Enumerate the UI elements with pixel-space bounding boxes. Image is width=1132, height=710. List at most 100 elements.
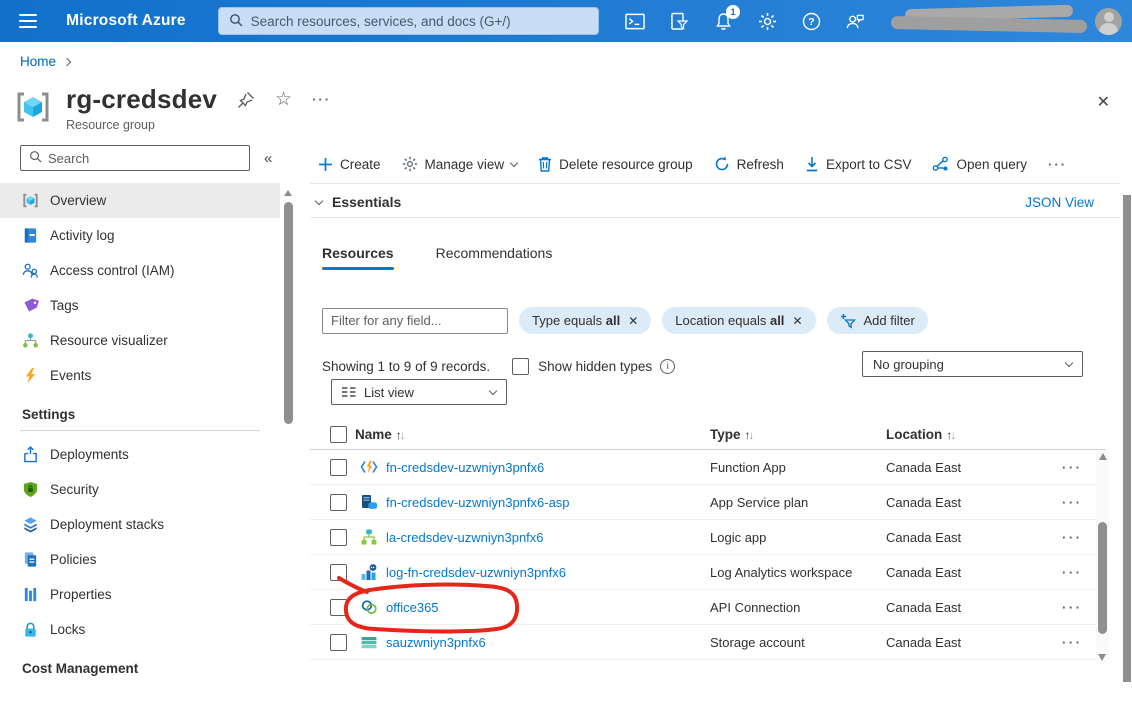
brand-title[interactable]: Microsoft Azure (66, 12, 186, 30)
table-row[interactable]: fn-credsdev-uzwniyn3pnfx6 Function App C… (310, 450, 1106, 485)
row-checkbox[interactable] (330, 459, 347, 476)
remove-filter-icon[interactable]: ✕ (628, 314, 638, 328)
divider (310, 183, 1120, 184)
sidebar-item-deployment-stacks[interactable]: Deployment stacks (0, 507, 280, 542)
show-hidden-types-checkbox[interactable] (512, 358, 529, 375)
table-row[interactable]: log-fn-credsdev-uzwniyn3pnfx6 Log Analyt… (310, 555, 1106, 590)
manage-view-button[interactable]: Manage view (402, 156, 518, 172)
directory-filter-icon[interactable] (669, 11, 689, 31)
refresh-button[interactable]: Refresh (714, 156, 784, 172)
account-avatar[interactable] (1095, 8, 1122, 35)
table-row[interactable]: la-credsdev-uzwniyn3pnfx6 Logic app Cana… (310, 520, 1106, 555)
row-more-button[interactable]: ··· (1062, 635, 1083, 650)
notifications-bell-icon[interactable]: 1 (713, 11, 733, 31)
filter-pill-location[interactable]: Location equals all ✕ (662, 307, 815, 334)
sidebar-item-overview[interactable]: Overview (0, 183, 280, 218)
column-header-name[interactable]: Name↑↓ (355, 427, 406, 442)
scrollbar-thumb[interactable] (284, 202, 293, 424)
page-header: rg-credsdev ☆ ··· Resource group (14, 84, 331, 132)
sidebar-item-access-control[interactable]: Access control (IAM) (0, 253, 280, 288)
sidebar-item-properties[interactable]: Properties (0, 577, 280, 612)
sidebar-scrollbar[interactable] (282, 190, 294, 710)
close-icon[interactable]: ✕ (1097, 92, 1110, 112)
cloud-shell-icon[interactable] (625, 11, 645, 31)
row-more-button[interactable]: ··· (1062, 460, 1083, 475)
table-scrollbar[interactable] (1096, 450, 1109, 664)
row-checkbox[interactable] (330, 564, 347, 581)
filter-input[interactable] (322, 308, 508, 334)
help-icon[interactable]: ? (801, 11, 821, 31)
add-filter-button[interactable]: Add filter (827, 307, 928, 334)
feedback-icon[interactable] (845, 11, 865, 31)
resource-link[interactable]: sauzwniyn3pnfx6 (386, 635, 486, 650)
divider (310, 217, 1120, 218)
resource-link[interactable]: log-fn-credsdev-uzwniyn3pnfx6 (386, 565, 566, 580)
row-more-button[interactable]: ··· (1062, 495, 1083, 510)
essentials-chevron-icon[interactable] (315, 196, 323, 204)
open-query-button[interactable]: Open query (932, 156, 1027, 172)
table-row-office365[interactable]: office365 API Connection Canada East ··· (310, 590, 1106, 625)
resource-table: fn-credsdev-uzwniyn3pnfx6 Function App C… (310, 450, 1106, 660)
scrollbar-thumb[interactable] (1098, 522, 1107, 634)
settings-gear-icon[interactable] (757, 11, 777, 31)
info-icon[interactable]: i (660, 359, 675, 374)
tab-resources[interactable]: Resources (322, 245, 394, 270)
resource-link[interactable]: la-credsdev-uzwniyn3pnfx6 (386, 530, 544, 545)
tab-recommendations[interactable]: Recommendations (436, 245, 553, 270)
scrollbar-thumb[interactable] (1123, 195, 1131, 682)
scroll-down-icon[interactable] (1098, 654, 1106, 661)
row-checkbox[interactable] (330, 599, 347, 616)
global-search-box[interactable] (218, 7, 599, 35)
global-search-input[interactable] (251, 14, 588, 29)
select-all-checkbox[interactable] (330, 426, 347, 443)
sidebar-item-security[interactable]: Security (0, 472, 280, 507)
table-row[interactable]: fn-credsdev-uzwniyn3pnfx6-asp App Servic… (310, 485, 1106, 520)
sidebar-search-box[interactable] (20, 145, 250, 171)
filter-pill-type[interactable]: Type equals all ✕ (519, 307, 651, 334)
table-row[interactable]: sauzwniyn3pnfx6 Storage account Canada E… (310, 625, 1106, 660)
json-view-link[interactable]: JSON View (1025, 195, 1094, 210)
grouping-dropdown[interactable]: No grouping (862, 351, 1083, 377)
row-more-button[interactable]: ··· (1062, 600, 1083, 615)
row-more-button[interactable]: ··· (1062, 530, 1083, 545)
column-header-location[interactable]: Location↑↓ (886, 427, 956, 442)
resource-link-office365[interactable]: office365 (386, 600, 439, 615)
toolbar-more-button[interactable]: ··· (1048, 157, 1067, 172)
sidebar-item-tags[interactable]: Tags (0, 288, 280, 323)
sidebar-item-label: Events (50, 368, 91, 383)
sidebar-item-resource-visualizer[interactable]: Resource visualizer (0, 323, 280, 358)
page-scrollbar[interactable] (1123, 195, 1131, 682)
export-to-csv-button[interactable]: Export to CSV (805, 156, 912, 172)
scroll-up-icon[interactable] (1099, 453, 1107, 460)
pin-icon[interactable] (237, 91, 255, 109)
sidebar-item-policies[interactable]: Policies (0, 542, 280, 577)
create-button[interactable]: Create (318, 157, 381, 172)
star-icon[interactable]: ☆ (275, 90, 292, 109)
filter-bar: Type equals all ✕ Location equals all ✕ … (322, 307, 928, 334)
row-checkbox[interactable] (330, 634, 347, 651)
plus-icon (318, 157, 333, 172)
breadcrumb-home-link[interactable]: Home (20, 54, 56, 69)
resource-link[interactable]: fn-credsdev-uzwniyn3pnfx6-asp (386, 495, 570, 510)
scroll-up-icon[interactable] (284, 190, 292, 196)
row-checkbox[interactable] (330, 494, 347, 511)
row-more-button[interactable]: ··· (1062, 565, 1083, 580)
column-header-type[interactable]: Type↑↓ (710, 427, 755, 442)
sidebar-item-label: Locks (50, 622, 85, 637)
delete-resource-group-button[interactable]: Delete resource group (538, 156, 693, 172)
sidebar-item-deployments[interactable]: Deployments (0, 437, 280, 472)
sidebar-item-locks[interactable]: Locks (0, 612, 280, 647)
essentials-label[interactable]: Essentials (332, 194, 401, 210)
policies-icon (22, 551, 39, 568)
sidebar-collapse-icon[interactable]: « (264, 150, 272, 167)
sidebar-item-activity-log[interactable]: Activity log (0, 218, 280, 253)
row-checkbox[interactable] (330, 529, 347, 546)
sidebar-item-events[interactable]: Events (0, 358, 280, 393)
remove-filter-icon[interactable]: ✕ (792, 314, 802, 328)
view-dropdown[interactable]: List view (331, 379, 507, 405)
sidebar-search-input[interactable] (48, 151, 241, 166)
resource-link[interactable]: fn-credsdev-uzwniyn3pnfx6 (386, 460, 544, 475)
sidebar-item-label: Resource visualizer (50, 333, 168, 348)
more-icon[interactable]: ··· (312, 92, 331, 107)
hamburger-menu-icon[interactable] (10, 6, 46, 36)
